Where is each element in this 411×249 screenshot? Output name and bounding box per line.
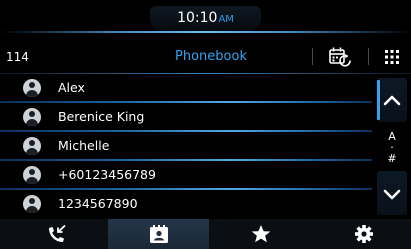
row-divider	[0, 159, 372, 161]
contact-name: 1234567890	[58, 196, 138, 211]
page-title: Phonebook	[175, 49, 247, 64]
phonebook-screen: 10:10AM 114 Phonebook Alex Berenice King…	[0, 0, 411, 249]
tab-favorites[interactable]	[209, 219, 312, 249]
row-divider	[0, 101, 372, 103]
clock-time: 10:10	[177, 10, 218, 26]
index-hash[interactable]: #	[377, 153, 407, 164]
calendar-sync-button[interactable]	[322, 44, 356, 70]
scroll-up-button[interactable]	[377, 78, 407, 122]
index-letter-a[interactable]: A	[377, 125, 407, 142]
header-separator	[312, 48, 313, 65]
contact-name: +60123456789	[58, 167, 156, 182]
contact-name: Alex	[58, 80, 85, 95]
contact-avatar-icon	[23, 108, 41, 126]
contact-count: 114	[6, 50, 29, 64]
star-icon	[251, 225, 271, 243]
header-separator	[368, 48, 369, 65]
row-divider	[0, 130, 372, 132]
contact-avatar-icon	[23, 166, 41, 184]
contact-row[interactable]: Michelle	[0, 133, 372, 159]
contact-avatar-icon	[23, 195, 41, 213]
recent-calls-icon	[49, 224, 66, 242]
tab-settings[interactable]	[312, 219, 411, 249]
contact-list: Alex Berenice King Michelle +60123456789…	[0, 75, 372, 219]
contact-row[interactable]: Alex	[0, 75, 372, 101]
list-side-panel: A · #	[374, 75, 411, 219]
contact-row[interactable]: 1234567890	[0, 191, 372, 217]
header-divider	[0, 73, 411, 74]
scroll-down-button[interactable]	[377, 171, 407, 215]
status-divider	[0, 31, 411, 33]
phonebook-icon	[150, 225, 168, 243]
status-bar: 10:10AM	[0, 0, 411, 34]
contact-row[interactable]: +60123456789	[0, 162, 372, 188]
contact-avatar-icon	[23, 137, 41, 155]
contact-row[interactable]: Berenice King	[0, 104, 372, 130]
alphabet-index[interactable]: A · #	[377, 125, 407, 169]
gear-icon	[355, 225, 373, 243]
chevron-up-icon	[383, 95, 401, 106]
chevron-down-icon	[383, 189, 401, 200]
contact-name: Berenice King	[58, 109, 145, 124]
tab-recent-calls[interactable]	[0, 219, 108, 249]
calendar-sync-icon	[329, 47, 351, 67]
clock: 10:10AM	[150, 9, 261, 29]
clock-ampm: AM	[218, 14, 234, 25]
row-divider	[0, 188, 372, 190]
header-bar: 114 Phonebook	[0, 40, 411, 73]
contact-avatar-icon	[23, 79, 41, 97]
grid-menu-button[interactable]	[378, 44, 406, 70]
bottom-nav	[0, 219, 411, 249]
tab-phonebook[interactable]	[108, 219, 209, 249]
contact-name: Michelle	[58, 138, 110, 153]
grid-menu-icon	[385, 50, 399, 64]
